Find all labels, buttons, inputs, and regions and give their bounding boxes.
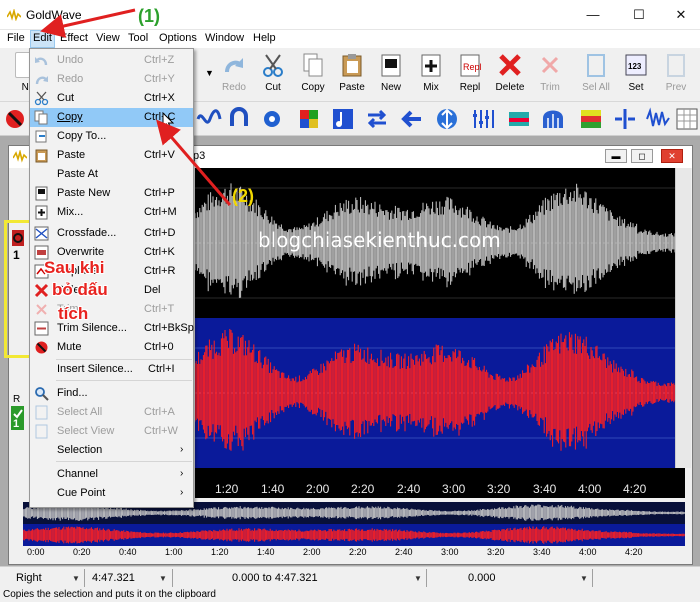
annotation-arrows — [40, 8, 232, 206]
arrow-to-edit-menu — [40, 8, 136, 38]
arrow-to-copy-item — [156, 119, 232, 206]
marker-step-1: (1) — [138, 6, 160, 26]
marker-step-2: (2) — [232, 186, 254, 206]
